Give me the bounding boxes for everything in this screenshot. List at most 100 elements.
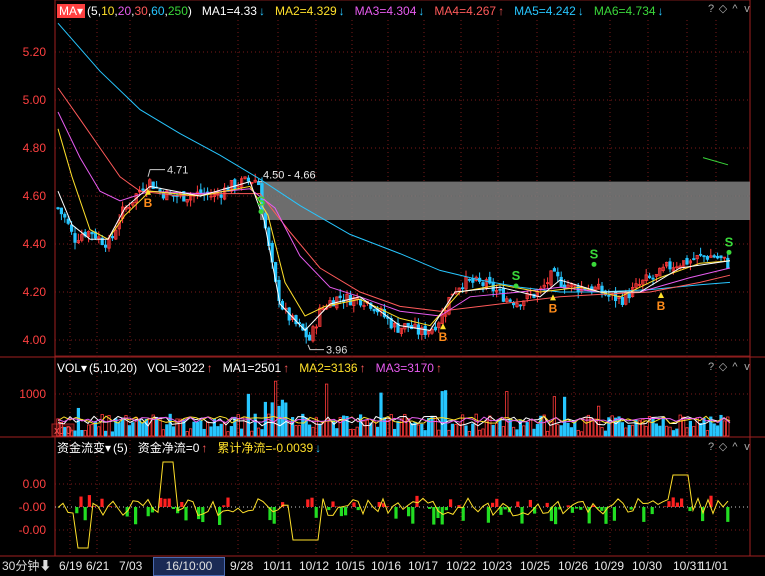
sell-dot-icon [258, 209, 264, 215]
fund-flow-bar [314, 507, 318, 518]
volume-bar [144, 418, 148, 437]
fund-flow-bar [726, 507, 730, 522]
volume-bar [229, 426, 233, 437]
volume-bar [76, 407, 80, 437]
cumulative-flow-line [57, 461, 729, 549]
volume-bar [154, 416, 159, 437]
fund-flow-bar [486, 507, 490, 523]
volume-bar [423, 430, 427, 437]
ma-dropdown[interactable]: MA▾ [57, 4, 86, 18]
time-axis-label: 7/03 [119, 559, 143, 573]
chart-canvas[interactable]: 5.20 5.00 4.80 4.60 4.40 4.20 4.00 4.71 4.50 - 4… [0, 0, 765, 576]
vol-settings-icon[interactable]: ◇ [717, 360, 729, 374]
volume-bar [505, 391, 509, 437]
sell-signal: S [590, 246, 599, 261]
candle-body [433, 326, 438, 331]
volume-bar [576, 429, 580, 437]
fund-flow-bar [520, 507, 524, 524]
fund-settings-icon[interactable]: ◇ [717, 440, 729, 454]
candle-body [498, 288, 502, 291]
fund-flow-bar [566, 505, 570, 507]
volume-bar [209, 426, 213, 437]
volume-bar [188, 428, 193, 437]
sell-dot-icon [591, 261, 597, 267]
time-axis-label: 10/30 [632, 559, 662, 573]
volume-bar [688, 420, 693, 437]
volume-bar [301, 413, 305, 437]
vol-value-2: MA1=2501 ↑ [223, 361, 289, 375]
vol-value-4: MA3=3170 ↑ [376, 361, 442, 375]
volume-bar [110, 431, 114, 437]
volume-bar [273, 380, 278, 437]
vol-help-icon[interactable]: ? [705, 360, 717, 374]
candle-body [56, 207, 60, 210]
candle-body [406, 322, 410, 327]
fund-params: (5) [113, 441, 128, 455]
fund-up-icon[interactable]: ^ [729, 440, 741, 454]
vol-value-1: VOL=3022 ↑ [147, 361, 213, 375]
volume-bar [559, 425, 563, 437]
ma-value-4: MA4=4.267 ↑ [434, 4, 504, 18]
main-help-icon[interactable]: ? [705, 2, 717, 16]
vol-up-icon[interactable]: ^ [729, 360, 741, 374]
candle-body [416, 324, 421, 335]
volume-bar [161, 429, 165, 437]
main-up-icon[interactable]: ^ [729, 2, 741, 16]
vol-value-label: MA2=3136 [299, 361, 358, 375]
fund-flow-bar [444, 507, 448, 511]
timeframe-button[interactable]: 30分钟⬇ [0, 557, 53, 575]
volume-bar [722, 420, 727, 437]
volume-bar [512, 426, 516, 437]
fund-flow-bar [108, 506, 112, 507]
volume-bar [409, 423, 414, 437]
price-panel-border [54, 0, 751, 357]
high-price-label: 4.71 [167, 165, 188, 177]
vol-dropdown[interactable]: VOL▾ [57, 361, 87, 375]
volume-bar [324, 383, 329, 437]
ma-value-label: MA1=4.33 [201, 4, 257, 18]
vol-down-icon[interactable]: v [741, 360, 753, 374]
fund-flow-bar [134, 507, 138, 525]
price-range-box [260, 181, 750, 220]
fund-values: 资金净流=0 ↑ 累计净流=-0.0039 ↓ [132, 441, 325, 455]
fund-help-icon[interactable]: ? [705, 440, 717, 454]
fund-flow-bar [310, 497, 314, 507]
main-down-icon[interactable]: v [741, 2, 753, 16]
volume-bar [535, 424, 540, 437]
fund-tick-label: 0.00 [23, 477, 47, 491]
fund-flow-bar [457, 505, 461, 507]
low-price-label: 3.96 [326, 345, 347, 357]
timeframe-label: 30分钟 [2, 559, 40, 573]
candle-body [705, 256, 710, 260]
fund-flow-bar [461, 507, 465, 521]
ma-params: (5,10,20,30,60,250) [87, 4, 192, 18]
volume-bar [671, 430, 676, 437]
fund-flow-bar [331, 501, 335, 507]
fund-flow-bar [79, 496, 83, 507]
fund-dropdown[interactable]: 资金流变▾ [57, 441, 111, 455]
candle-body [716, 255, 720, 259]
vol-value-label: MA3=3170 [375, 361, 434, 375]
volume-bar [392, 428, 397, 437]
fund-flow-bar [495, 498, 499, 507]
volume-bar [566, 422, 570, 437]
fund-flow-bar [575, 507, 579, 509]
volume-bar [365, 419, 370, 437]
ma-dropdown-label: MA [59, 4, 77, 18]
volume-bar [297, 425, 302, 437]
volume-bar [171, 426, 176, 437]
volume-bar [379, 392, 383, 437]
volume-bar [158, 418, 162, 437]
main-settings-icon[interactable]: ◇ [717, 2, 729, 16]
volume-bar [515, 429, 519, 437]
volume-bar [352, 429, 356, 437]
buy-arrow-icon [440, 323, 446, 330]
volume-bar [362, 420, 366, 437]
volume-bar [73, 430, 77, 437]
candle-body [651, 277, 655, 280]
fund-down-icon[interactable]: v [741, 440, 753, 454]
volume-bar [546, 430, 550, 437]
volume-bar [624, 427, 628, 437]
volume-bar [658, 425, 662, 437]
volume-bar [277, 405, 281, 437]
